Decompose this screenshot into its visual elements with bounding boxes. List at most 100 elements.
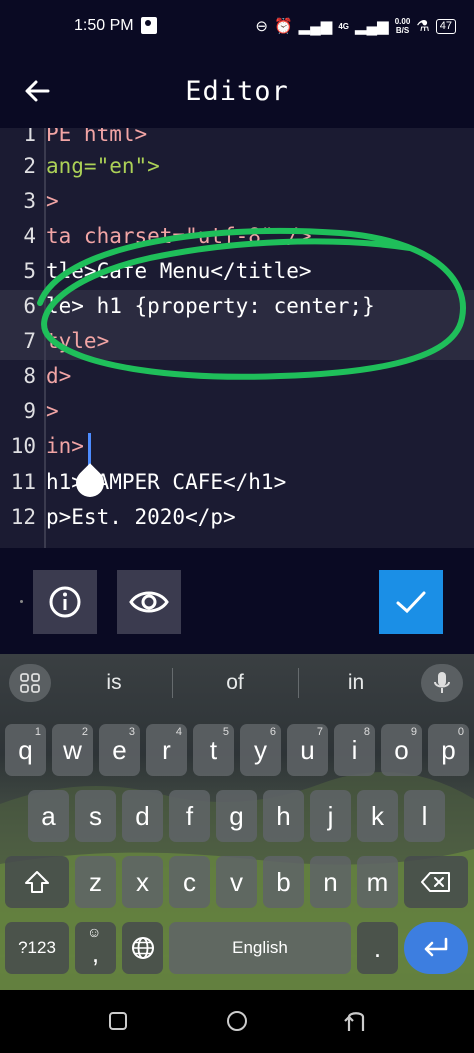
line-number: 9 [23,399,36,423]
key-a[interactable]: a [28,790,69,842]
key-b[interactable]: b [263,856,304,908]
key-u[interactable]: u7 [287,724,328,776]
profile-icon [141,17,157,34]
line-number: 1 [23,128,36,146]
code-text: p>Est. 2020</p> [46,505,236,529]
key-l[interactable]: l [404,790,445,842]
key-k[interactable]: k [357,790,398,842]
key-y[interactable]: y6 [240,724,281,776]
space-bar[interactable]: English [169,922,351,974]
suggestion-1[interactable]: is [64,671,164,695]
code-text: > [46,399,59,423]
status-icons: ⊖ ⏰ ▂▄▆ 4G ▂▄▆ 0.00 B/S ⚗ 47 [255,14,456,38]
line-number: 5 [23,259,36,283]
code-line[interactable]: 4 ta charset="utf-8" /> [0,220,474,255]
suggestion-divider [298,668,299,698]
recents-icon[interactable] [109,1012,127,1030]
enter-key[interactable] [404,922,468,974]
shift-key[interactable] [5,856,69,908]
status-bar: 1:50 PM ⊖ ⏰ ▂▄▆ 4G ▂▄▆ 0.00 B/S ⚗ 47 [0,0,474,52]
key-e[interactable]: e3 [99,724,140,776]
home-icon[interactable] [227,1011,247,1031]
line-number: 3 [23,189,36,213]
code-line-highlighted[interactable]: 7 tyle> [0,325,474,360]
battery-icon: 47 [435,18,456,34]
code-text: d> [46,364,72,388]
data-rate: 0.00 B/S [394,17,411,35]
period-key[interactable]: . [357,922,398,974]
suggestion-2[interactable]: of [185,671,285,695]
status-time: 1:50 PM [74,17,134,34]
nav-back-icon[interactable] [343,1007,369,1033]
microphone-icon [434,672,450,693]
suggestion-divider [172,668,173,698]
line-number: 11 [10,470,36,494]
eye-icon [129,591,169,613]
preview-button[interactable] [117,570,181,634]
suggestion-3[interactable]: in [306,671,406,695]
code-text: tyle> [46,329,110,353]
key-p[interactable]: p0 [428,724,469,776]
key-j[interactable]: j [310,790,351,842]
key-i[interactable]: i8 [334,724,375,776]
key-w[interactable]: w2 [52,724,93,776]
app-bar: Editor [0,52,474,128]
apps-grid-button[interactable] [9,664,51,702]
line-number: 2 [23,154,36,178]
code-text: tle>Cafe Menu</title> [46,259,312,283]
key-h[interactable]: h [263,790,304,842]
key-n[interactable]: n [310,856,351,908]
check-icon [396,591,426,614]
code-line[interactable]: 8 d> [0,360,474,395]
code-line[interactable]: 12 p>Est. 2020</p> [0,501,474,536]
signal-icon-2: ▂▄▆ [355,17,389,35]
key-z[interactable]: z [75,856,116,908]
info-button[interactable] [33,570,97,634]
lab-flask-icon: ⚗ [416,17,430,35]
symbols-key[interactable]: ?123 [5,922,69,974]
key-x[interactable]: x [122,856,163,908]
code-line[interactable]: 11 h1>CAMPER CAFE</h1> [0,466,474,501]
line-number: 6 [23,294,36,318]
page-title: Editor [185,76,289,107]
code-line[interactable]: 5 tle>Cafe Menu</title> [0,255,474,290]
code-text: ang="en"> [46,154,160,178]
backspace-icon [421,872,450,892]
code-line[interactable]: 2 ang="en"> [0,150,474,185]
line-number: 12 [10,505,36,529]
key-s[interactable]: s [75,790,116,842]
code-line[interactable]: 3 > [0,185,474,220]
key-m[interactable]: m [357,856,398,908]
code-text: ta charset="utf-8" /> [46,224,312,248]
backspace-key[interactable] [404,856,468,908]
submit-check-button[interactable] [379,570,443,634]
code-text: > [46,189,59,213]
emoji-icon: ☺ [87,924,102,940]
language-key[interactable] [122,922,163,974]
alarm-icon: ⏰ [273,17,293,35]
key-q[interactable]: q1 [5,724,46,776]
signal-icon: ▂▄▆ [298,17,333,35]
key-v[interactable]: v [216,856,257,908]
key-o[interactable]: o9 [381,724,422,776]
key-d[interactable]: d [122,790,163,842]
code-line[interactable]: 9 > [0,395,474,430]
voice-input-button[interactable] [421,664,463,702]
shift-icon [25,871,49,893]
code-line[interactable]: 10 in> [0,430,474,465]
info-icon [49,586,81,618]
code-line-highlighted[interactable]: 6 le> h1 {property: center;} [0,290,474,325]
key-t[interactable]: t5 [193,724,234,776]
code-editor[interactable]: 1 PE html> 2 ang="en"> 3 > 4 ta charset=… [0,128,474,548]
key-r[interactable]: r4 [146,724,187,776]
key-g[interactable]: g [216,790,257,842]
key-f[interactable]: f [169,790,210,842]
line-number: 4 [23,224,36,248]
comma-emoji-key[interactable]: ☺ , [75,922,116,974]
line-number: 7 [23,329,36,353]
gutter-divider [44,128,46,548]
key-c[interactable]: c [169,856,210,908]
grid-icon [20,673,40,693]
enter-icon [424,937,448,957]
toolbar-dot [20,600,23,603]
